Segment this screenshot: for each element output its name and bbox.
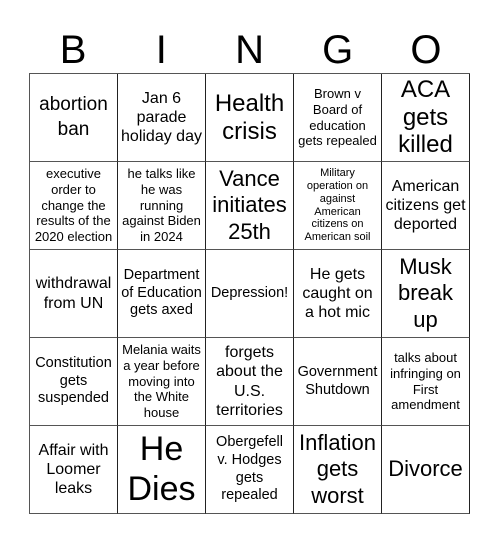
cell-text: Military operation on against American c…	[304, 166, 371, 244]
bingo-cell[interactable]: ACA gets killed	[382, 74, 470, 162]
cell-text: Inflation gets worst	[298, 429, 377, 508]
bingo-cell[interactable]: Obergefell v. Hodges gets repealed	[206, 426, 294, 514]
cell-text: Government Shutdown	[297, 363, 378, 398]
cell-text: Jan 6 parade holiday day	[121, 89, 202, 146]
cell-text: American citizens get deported	[385, 177, 466, 234]
cell-text: talks about infringing on First amendmen…	[390, 349, 461, 413]
bingo-cell[interactable]: Health crisis	[206, 74, 294, 162]
cell-text: Health crisis	[214, 90, 285, 145]
cell-text: Brown v Board of education gets repealed	[298, 85, 377, 149]
bingo-cell[interactable]: Jan 6 parade holiday day	[118, 74, 206, 162]
header-letter-b: B	[59, 28, 87, 72]
cell-text: He Dies	[127, 430, 196, 508]
bingo-cell[interactable]: American citizens get deported	[382, 162, 470, 250]
bingo-cell[interactable]: Inflation gets worst	[294, 426, 382, 514]
cell-text: ACA gets killed	[398, 76, 453, 159]
cell-text: Divorce	[388, 456, 463, 482]
bingo-cell[interactable]: abortion ban	[30, 74, 118, 162]
cell-text: Vance initiates 25th	[212, 165, 287, 244]
bingo-cell[interactable]: Vance initiates 25th	[206, 162, 294, 250]
bingo-cell[interactable]: He Dies	[118, 426, 206, 514]
cell-text: Constitution gets suspended	[35, 354, 112, 407]
bingo-cell[interactable]: talks about infringing on First amendmen…	[382, 338, 470, 426]
bingo-cell[interactable]: Divorce	[382, 426, 470, 514]
bingo-cell[interactable]: Melania waits a year before moving into …	[118, 338, 206, 426]
header-letter-i: I	[155, 28, 167, 72]
header-letter-o: O	[410, 28, 442, 72]
cell-text: executive order to change the results of…	[34, 165, 113, 245]
cell-text: He gets caught on a hot mic	[302, 265, 373, 322]
cell-text: abortion ban	[39, 93, 108, 140]
bingo-cell[interactable]: forgets about the U.S. territories	[206, 338, 294, 426]
bingo-header: B I N G O	[29, 28, 470, 72]
cell-text: he talks like he was running against Bid…	[122, 165, 201, 245]
header-letter-n: N	[235, 28, 264, 72]
bingo-cell[interactable]: Brown v Board of education gets repealed	[294, 74, 382, 162]
bingo-cell[interactable]: Affair with Loomer leaks	[30, 426, 118, 514]
bingo-cell[interactable]: Department of Education gets axed	[118, 250, 206, 338]
cell-text: forgets about the U.S. territories	[216, 344, 283, 419]
cell-text: Musk break up	[397, 253, 454, 332]
bingo-cell[interactable]: Depression!	[206, 250, 294, 338]
bingo-cell[interactable]: withdrawal from UN	[30, 250, 118, 338]
bingo-board: abortion ban Jan 6 parade holiday day He…	[29, 73, 470, 514]
bingo-cell[interactable]: Government Shutdown	[294, 338, 382, 426]
bingo-cell[interactable]: Military operation on against American c…	[294, 162, 382, 250]
cell-text: Department of Education gets axed	[121, 266, 202, 319]
header-letter-g: G	[322, 28, 354, 72]
cell-text: Depression!	[210, 284, 289, 301]
bingo-cell[interactable]: Constitution gets suspended	[30, 338, 118, 426]
bingo-cell[interactable]: He gets caught on a hot mic	[294, 250, 382, 338]
bingo-cell[interactable]: he talks like he was running against Bid…	[118, 162, 206, 250]
cell-text: Affair with Loomer leaks	[38, 441, 109, 498]
bingo-cell[interactable]: Musk break up	[382, 250, 470, 338]
bingo-cell[interactable]: executive order to change the results of…	[30, 162, 118, 250]
cell-text: Obergefell v. Hodges gets repealed	[216, 434, 283, 504]
cell-text: withdrawal from UN	[35, 275, 112, 312]
cell-text: Melania waits a year before moving into …	[122, 341, 201, 421]
